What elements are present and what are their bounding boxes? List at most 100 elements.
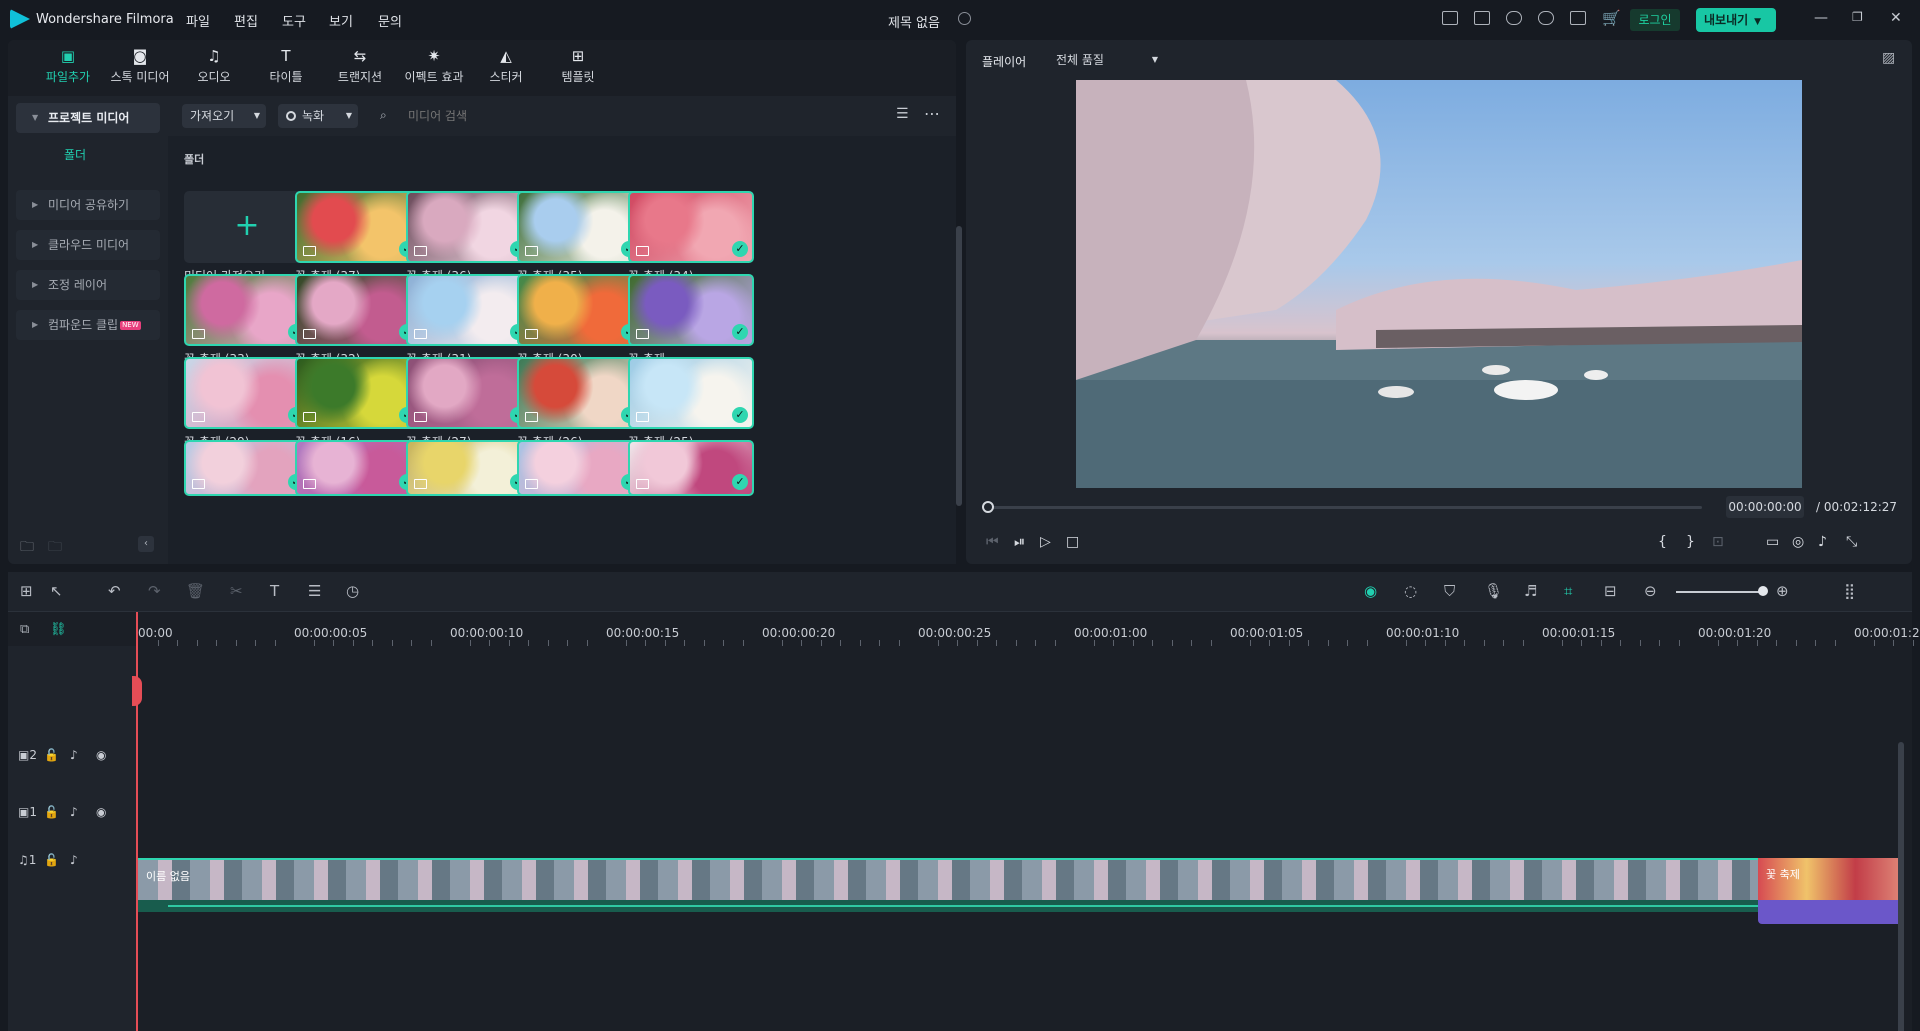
playhead[interactable] [136, 612, 138, 1031]
sidebar-item-folder[interactable]: 폴더 [16, 140, 160, 170]
redo-icon[interactable]: ↷ [148, 582, 161, 600]
sidebar-item-adjustment-layer[interactable]: ▶ 조정 레이어 [16, 270, 160, 300]
prev-frame-icon[interactable]: ⏮ [986, 534, 999, 550]
quality-dropdown[interactable]: 전체 품질 ▼ [1046, 48, 1166, 72]
media-thumbnail[interactable]: ✓ [628, 357, 754, 429]
media-scrollbar[interactable] [956, 226, 962, 506]
cloud-icon[interactable] [1506, 11, 1522, 25]
snapshot-view-icon[interactable]: ▨ [1882, 50, 1895, 66]
import-media-button[interactable]: + [184, 191, 310, 263]
audio-waveform[interactable] [138, 900, 1758, 912]
select-tool-icon[interactable]: ↖ [50, 582, 63, 600]
eye-icon[interactable]: ◉ [96, 748, 106, 762]
timeline-ruler[interactable]: ⧉ ⛓ 00:00 00:00:00:05 00:00:00:10 00:00:00:… [8, 612, 1920, 646]
playback-scrubber[interactable] [982, 501, 994, 513]
sidebar-item-shared-media[interactable]: ▶ 미디어 공유하기 [16, 190, 160, 220]
close-icon[interactable]: ✕ [1890, 10, 1902, 26]
tab-stickers[interactable]: ◭ 스티커 [466, 48, 546, 85]
undo-icon[interactable]: ↶ [108, 582, 121, 600]
record-dropdown[interactable]: 녹화 ▼ [278, 104, 358, 128]
media-thumbnail[interactable]: ✓ [517, 440, 643, 496]
lock-icon[interactable]: 🔓 [44, 805, 59, 819]
export-button[interactable]: 내보내기 ▼ [1696, 8, 1776, 32]
filter-icon[interactable]: ☰ [896, 106, 909, 122]
tab-effects[interactable]: ✷ 이펙트 효과 [394, 48, 474, 85]
link-icon[interactable]: ⛓ [50, 622, 67, 637]
media-thumbnail[interactable]: ✓ [184, 440, 310, 496]
lock-icon[interactable]: 🔓 [44, 853, 59, 867]
search-input[interactable] [396, 104, 696, 128]
tab-templates[interactable]: ⊞ 템플릿 [538, 48, 618, 85]
tab-titles[interactable]: T 타이틀 [246, 48, 326, 85]
menu-help[interactable]: 문의 [378, 11, 402, 30]
timeline-scrollbar[interactable] [1898, 742, 1904, 1031]
new-folder-icon[interactable]: 🗀 [20, 536, 34, 560]
video-preview[interactable] [1076, 80, 1802, 488]
zoom-slider-track[interactable] [1676, 591, 1766, 593]
media-thumbnail[interactable]: ✓ [517, 357, 643, 429]
image-clip[interactable]: 꽃 축제 [1758, 858, 1904, 900]
marker-icon[interactable]: ⛉ [1444, 582, 1455, 600]
ai-icon[interactable]: ◉ [1364, 582, 1377, 600]
zoom-in-icon[interactable]: ⊕ [1776, 582, 1789, 600]
collapse-panel-icon[interactable]: ‹ [138, 536, 154, 552]
mute-icon[interactable]: ♪ [70, 853, 78, 867]
tab-transitions[interactable]: ⇆ 트랜지션 [320, 48, 400, 85]
tab-stock-media[interactable]: ◙ 스톡 미디어 [100, 48, 180, 85]
layout-icon[interactable] [1442, 11, 1458, 25]
fullscreen-icon[interactable]: ⤡ [1846, 534, 1857, 550]
more-icon[interactable]: ⋯ [924, 104, 940, 123]
menu-file[interactable]: 파일 [186, 11, 210, 30]
media-thumbnail[interactable]: ✓ [517, 274, 643, 346]
media-thumbnail[interactable]: ✓ [406, 274, 532, 346]
delete-icon[interactable]: 🗑 [186, 582, 205, 600]
current-timecode[interactable]: 00:00:00:00 [1726, 496, 1804, 518]
media-thumbnail[interactable]: ✓ [295, 357, 421, 429]
lock-icon[interactable]: 🔓 [44, 748, 59, 762]
tab-media[interactable]: ▣ 파일추가 [28, 48, 108, 85]
media-thumbnail[interactable]: ✓ [184, 274, 310, 346]
snap-icon[interactable]: ⌗ [1564, 582, 1572, 600]
restore-icon[interactable]: ❐ [1852, 10, 1863, 24]
media-thumbnail[interactable]: ✓ [628, 191, 754, 263]
headset-icon[interactable] [1538, 11, 1554, 25]
sidebar-item-cloud-media[interactable]: ▶ 클라우드 미디어 [16, 230, 160, 260]
cart-icon[interactable]: 🛒 [1602, 9, 1621, 27]
tab-audio[interactable]: ♫ 오디오 [174, 48, 254, 85]
menu-view[interactable]: 보기 [329, 11, 353, 30]
display-icon[interactable]: ▭ [1766, 534, 1779, 550]
adjust-icon[interactable]: ☰ [308, 582, 321, 600]
camera-icon[interactable]: ◎ [1792, 534, 1804, 550]
media-thumbnail[interactable]: ✓ [295, 440, 421, 496]
menu-edit[interactable]: 편집 [234, 11, 258, 30]
cut-icon[interactable]: ✂ [230, 582, 243, 600]
media-thumbnail[interactable]: ✓ [517, 191, 643, 263]
render-icon[interactable]: ◌ [1404, 582, 1417, 600]
media-thumbnail[interactable]: ✓ [406, 191, 532, 263]
menu-tools[interactable]: 도구 [282, 11, 306, 30]
pip-icon[interactable]: ⊟ [1604, 582, 1617, 600]
mute-icon[interactable]: ♪ [70, 805, 78, 819]
zoom-slider-knob[interactable] [1758, 586, 1768, 596]
insert-icon[interactable]: ⊡ [1712, 534, 1724, 550]
media-thumbnail[interactable]: ✓ [406, 440, 532, 496]
media-thumbnail[interactable]: ✓ [628, 274, 754, 346]
step-play-icon[interactable]: ⏯ [1014, 534, 1025, 550]
mute-icon[interactable]: ♪ [70, 748, 78, 762]
sidebar-item-project-media[interactable]: ▼ 프로젝트 미디어 [16, 103, 160, 133]
mic-icon[interactable]: 🎙 [1484, 582, 1503, 600]
text-icon[interactable]: T [270, 582, 279, 600]
save-icon[interactable] [1474, 11, 1490, 25]
import-dropdown[interactable]: 가져오기 ▼ [182, 104, 266, 128]
add-track-icon[interactable]: ⧉ [20, 622, 29, 637]
media-thumbnail[interactable]: ✓ [295, 274, 421, 346]
zoom-out-icon[interactable]: ⊖ [1644, 582, 1657, 600]
media-thumbnail[interactable]: ✓ [628, 440, 754, 496]
mark-in-icon[interactable]: { [1658, 534, 1667, 550]
media-thumbnail[interactable]: ✓ [406, 357, 532, 429]
stop-icon[interactable]: □ [1066, 534, 1079, 550]
eye-icon[interactable]: ◉ [96, 805, 106, 819]
apps-grid-icon[interactable] [1570, 11, 1586, 25]
media-thumbnail[interactable]: ✓ [184, 357, 310, 429]
sidebar-item-compound-clip[interactable]: ▶ 컴파운드 클립 NEW [16, 310, 160, 340]
